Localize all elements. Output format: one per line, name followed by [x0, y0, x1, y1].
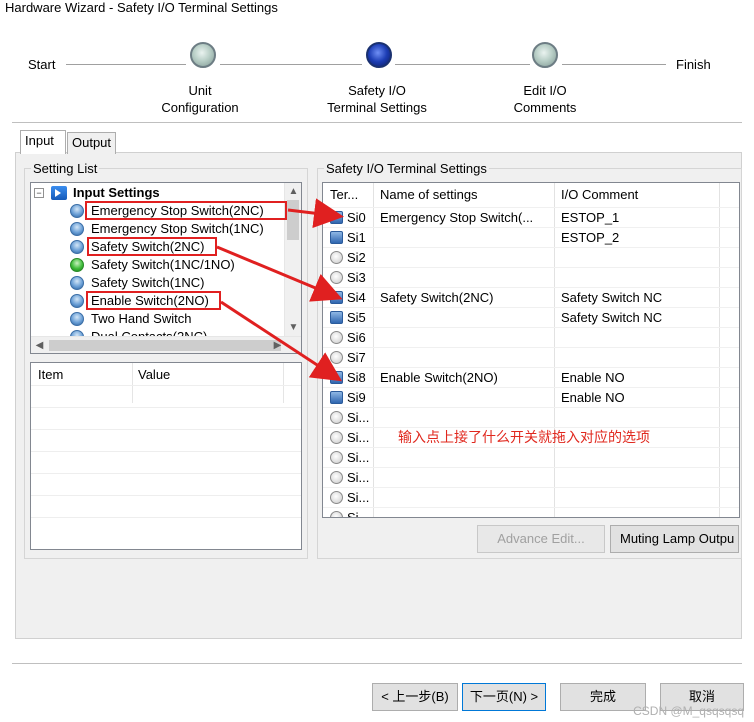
next-button[interactable]: 下一页(N) > — [462, 683, 546, 711]
arrow-to-si8 — [220, 300, 343, 382]
drag-arrows — [216, 198, 344, 382]
arrow-to-si0 — [287, 198, 344, 229]
back-button[interactable]: < 上一步(B) — [372, 683, 458, 711]
watermark: CSDN @M_qsqsqsq — [633, 704, 744, 718]
footer-separator — [12, 663, 742, 664]
arrow-to-si4 — [216, 245, 343, 302]
